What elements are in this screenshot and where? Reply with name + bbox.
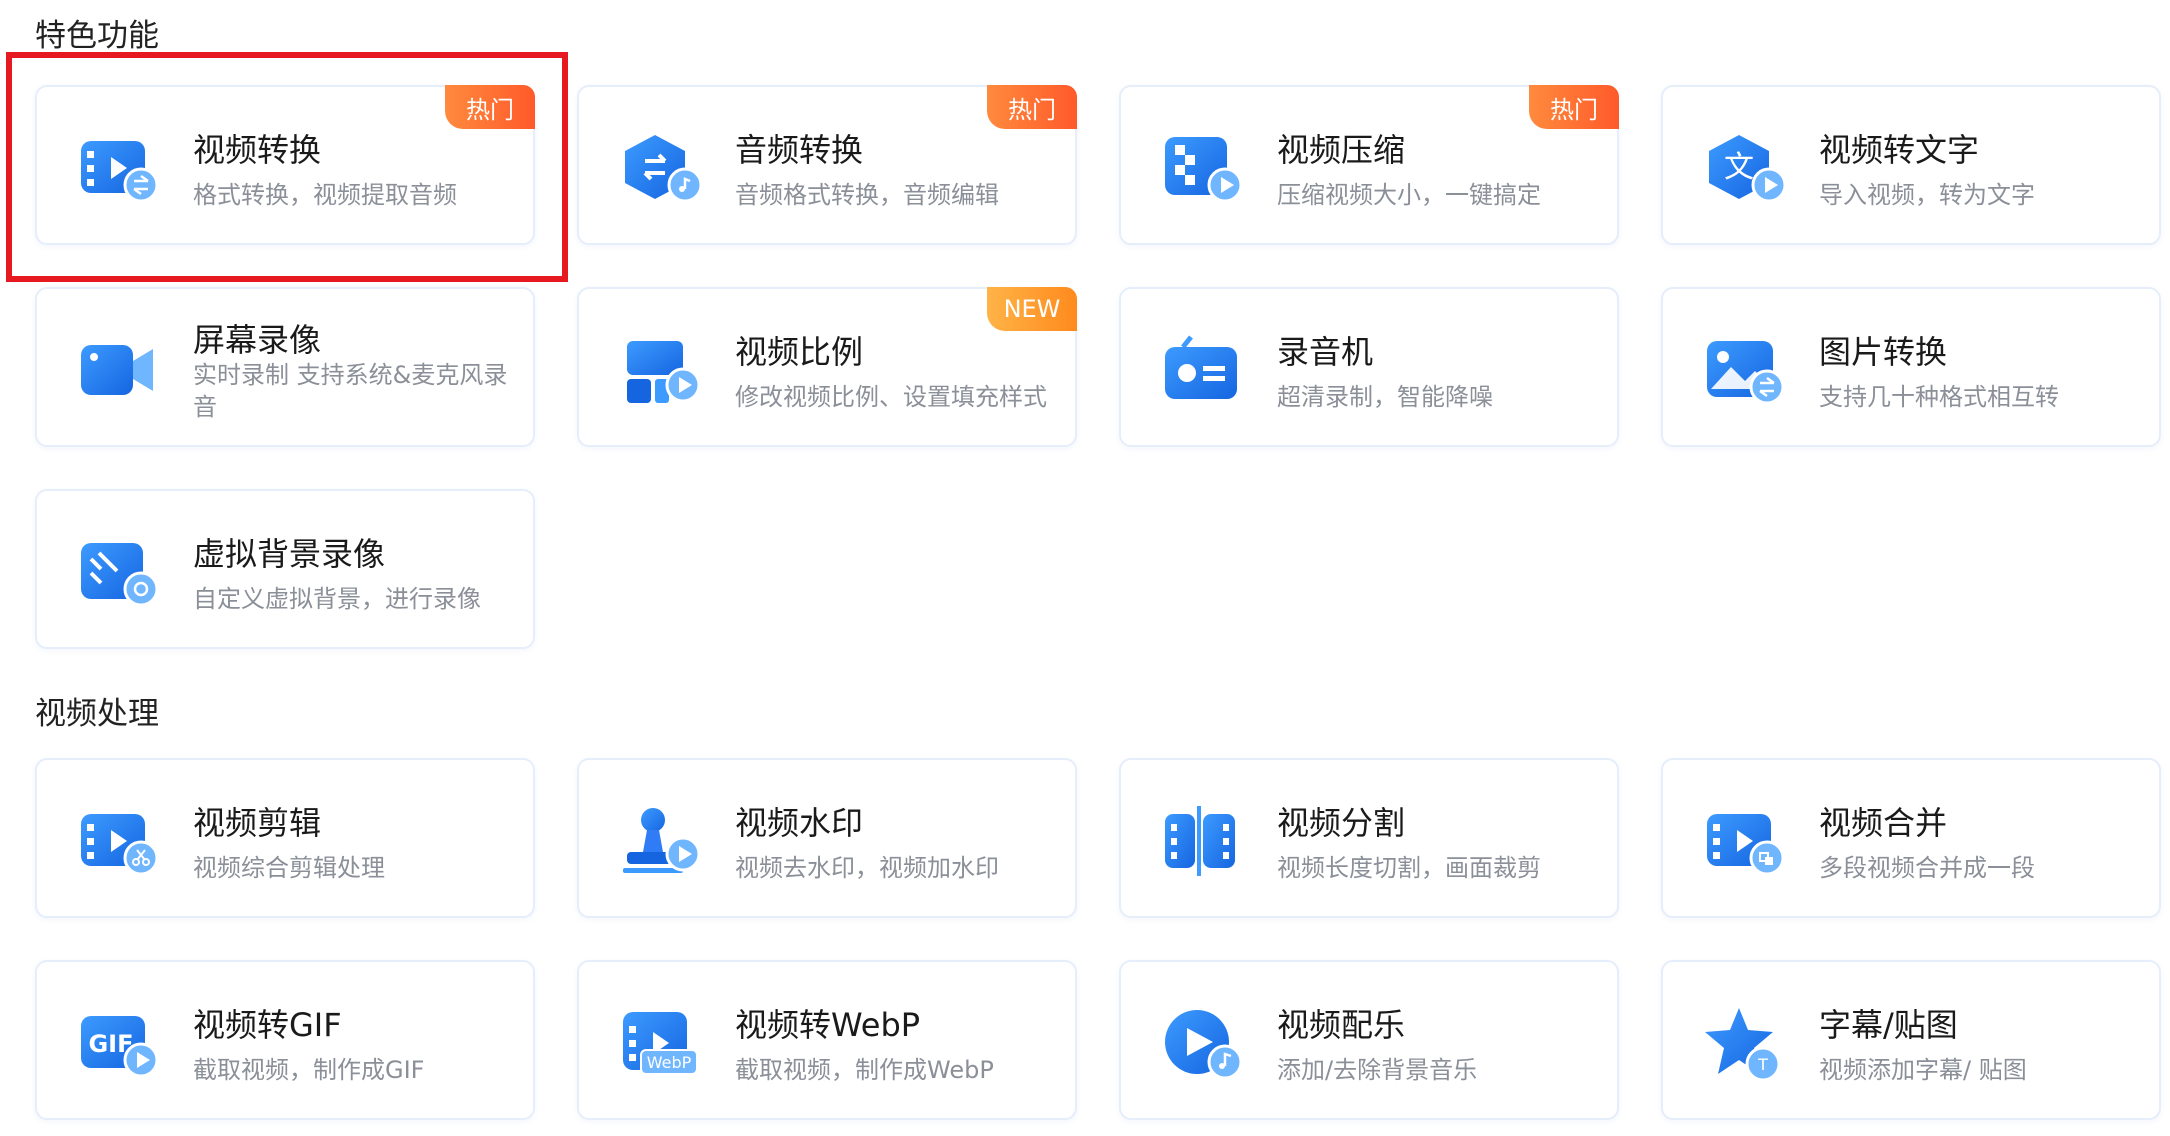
- card-description: 自定义虚拟背景，进行录像: [193, 585, 481, 613]
- video-compress-icon: [1159, 129, 1243, 205]
- recorder-icon: [1159, 331, 1243, 407]
- card-title: 视频转WebP: [735, 1006, 921, 1044]
- video-to-text-icon: 文: [1701, 129, 1785, 205]
- hot-badge: 热门: [445, 85, 535, 129]
- card-description: 视频去水印，视频加水印: [735, 854, 999, 882]
- card-title: 视频转文字: [1819, 131, 1980, 169]
- card-title: 视频比例: [735, 333, 864, 371]
- card-video-music[interactable]: 视频配乐添加/去除背景音乐: [1119, 960, 1619, 1120]
- video-split-icon: [1159, 802, 1243, 878]
- card-video-to-webp[interactable]: WebP 视频转WebP 截取视频，制作成WebP: [577, 960, 1077, 1120]
- card-screen-record[interactable]: 屏幕录像 实时录制 支持系统&麦克风录音: [35, 287, 535, 447]
- hot-badge: 热门: [1529, 85, 1619, 129]
- card-title: 字幕/贴图: [1819, 1006, 1958, 1044]
- image-convert-icon: [1701, 331, 1785, 407]
- card-title: 视频配乐: [1277, 1006, 1406, 1044]
- card-title: 视频转换: [193, 131, 322, 169]
- new-badge: NEW: [987, 287, 1077, 331]
- card-video-edit[interactable]: 视频剪辑视频综合剪辑处理: [35, 758, 535, 918]
- card-description: 压缩视频大小，一键搞定: [1277, 181, 1541, 209]
- screen-record-icon: [75, 331, 159, 407]
- svg-text:WebP: WebP: [647, 1053, 692, 1072]
- card-description: 支持几十种格式相互转: [1819, 383, 2059, 411]
- card-video-watermark[interactable]: 视频水印视频去水印，视频加水印: [577, 758, 1077, 918]
- card-video-convert[interactable]: 视频转换格式转换，视频提取音频 热门: [35, 85, 535, 245]
- card-description: 视频综合剪辑处理: [193, 854, 385, 882]
- card-description: 修改视频比例、设置填充样式: [735, 383, 1047, 411]
- gif-icon: GIF: [75, 1004, 159, 1080]
- card-video-ratio[interactable]: 视频比例修改视频比例、设置填充样式 NEW: [577, 287, 1077, 447]
- card-audio-convert[interactable]: 音频转换音频格式转换，音频编辑 热门: [577, 85, 1077, 245]
- card-description: 视频长度切割，画面裁剪: [1277, 854, 1541, 882]
- video-convert-icon: [75, 129, 159, 205]
- card-description: 实时录制 支持系统&麦克风录音: [193, 361, 508, 421]
- card-title: 视频合并: [1819, 804, 1948, 842]
- card-description: 添加/去除背景音乐: [1277, 1056, 1478, 1084]
- card-title: 虚拟背景录像: [193, 535, 386, 573]
- subtitle-sticker-icon: T: [1701, 1004, 1785, 1080]
- card-video-split[interactable]: 视频分割视频长度切割，画面裁剪: [1119, 758, 1619, 918]
- card-title: 视频压缩: [1277, 131, 1406, 169]
- card-description: 截取视频，制作成GIF: [193, 1056, 425, 1084]
- card-title: 录音机: [1277, 333, 1374, 371]
- card-title: 视频水印: [735, 804, 864, 842]
- video-music-icon: [1159, 1004, 1243, 1080]
- card-title: 图片转换: [1819, 333, 1948, 371]
- card-title: 视频剪辑: [193, 804, 322, 842]
- card-virtual-bg-record[interactable]: 虚拟背景录像自定义虚拟背景，进行录像: [35, 489, 535, 649]
- card-title: 音频转换: [735, 131, 864, 169]
- card-description: 视频添加字幕/ 贴图: [1819, 1056, 2027, 1084]
- card-video-to-text[interactable]: 文 视频转文字导入视频，转为文字: [1661, 85, 2161, 245]
- card-video-compress[interactable]: 视频压缩压缩视频大小，一键搞定 热门: [1119, 85, 1619, 245]
- card-title: 视频分割: [1277, 804, 1406, 842]
- featured-grid: 视频转换 格式转换，视频提取音频 热门 音频转换 音频格式转换，音频编辑 热门 视频压缩 压缩…: [35, 85, 2165, 649]
- card-subtitle-sticker[interactable]: T 字幕/贴图视频添加字幕/ 贴图: [1661, 960, 2161, 1120]
- card-description: 导入视频，转为文字: [1819, 181, 2035, 209]
- section-title-featured: 特色功能: [35, 18, 159, 54]
- card-image-convert[interactable]: 图片转换支持几十种格式相互转: [1661, 287, 2161, 447]
- section-title-video-processing: 视频处理: [35, 696, 159, 732]
- svg-text:T: T: [1757, 1055, 1768, 1074]
- audio-convert-icon: [617, 129, 701, 205]
- card-description: 超清录制，智能降噪: [1277, 383, 1493, 411]
- card-description: 截取视频，制作成WebP: [735, 1056, 994, 1084]
- card-description: 音频格式转换，音频编辑: [735, 181, 999, 209]
- card-video-to-gif[interactable]: GIF 视频转GIF 截取视频，制作成GIF: [35, 960, 535, 1120]
- video-merge-icon: [1701, 802, 1785, 878]
- card-title: 屏幕录像: [193, 321, 322, 359]
- video-edit-icon: [75, 802, 159, 878]
- webp-icon: WebP: [617, 1004, 701, 1080]
- card-recorder[interactable]: 录音机超清录制，智能降噪: [1119, 287, 1619, 447]
- video-ratio-icon: [617, 331, 701, 407]
- svg-text:文: 文: [1724, 150, 1754, 185]
- virtual-background-icon: [75, 533, 159, 609]
- card-title: 视频转GIF: [193, 1006, 342, 1044]
- card-description: 格式转换，视频提取音频: [193, 181, 457, 209]
- video-processing-grid: 视频剪辑 视频综合剪辑处理 视频水印 视频去水印，视频加水印 视频分割 视频长度切割，画面…: [35, 758, 2165, 1120]
- hot-badge: 热门: [987, 85, 1077, 129]
- watermark-stamp-icon: [617, 802, 701, 878]
- card-description: 多段视频合并成一段: [1819, 854, 2035, 882]
- card-video-merge[interactable]: 视频合并多段视频合并成一段: [1661, 758, 2161, 918]
